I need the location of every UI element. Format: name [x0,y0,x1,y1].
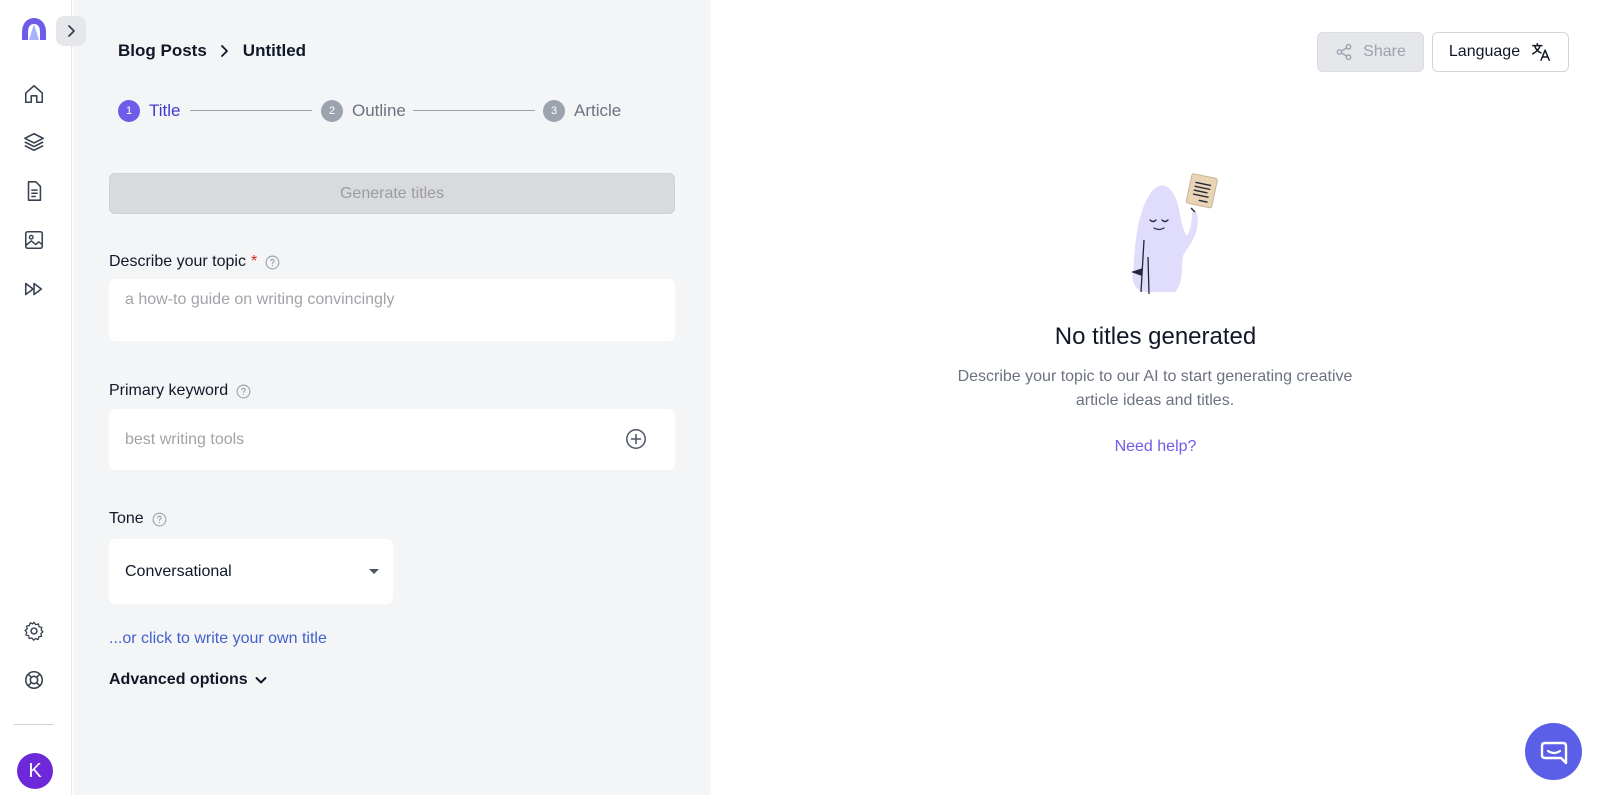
image-icon [24,230,44,250]
sidebar: K [0,0,86,795]
share-button[interactable]: Share [1317,32,1424,72]
tone-select[interactable]: Conversational [109,539,393,604]
avatar[interactable]: K [17,753,53,789]
help-circle-icon[interactable] [236,384,251,399]
chevron-right-icon [68,25,75,37]
step-label: Title [149,101,181,120]
breadcrumb-current: Untitled [242,41,307,60]
keyword-input[interactable]: best writing tools [109,409,675,470]
nav-home[interactable] [20,80,48,108]
write-own-title-link[interactable]: ...or click to write your own title [109,630,327,648]
topic-label: Describe your topic [109,253,246,270]
advanced-options-toggle[interactable]: Advanced options [109,671,268,689]
layers-icon [24,132,44,152]
step-label: Article [574,101,622,120]
step-indicator: 1 Title 2 Outline 3 Article [118,100,638,122]
step-outline[interactable]: 2 Outline [321,100,406,122]
title-form-panel: Blog Posts Untitled 1 Title 2 Outline 3 … [73,0,711,795]
document-icon [27,181,42,201]
generate-titles-button[interactable]: Generate titles [109,173,675,214]
chat-support-button[interactable] [1525,723,1582,780]
empty-state-illustration [1107,172,1219,302]
step-article[interactable]: 3 Article [543,100,621,122]
step-number: 3 [543,100,565,122]
caret-down-icon [369,569,379,574]
results-panel: Share Language No titles generated Descr… [711,0,1600,795]
empty-state-description: Describe your topic to our AI to start g… [957,368,1353,409]
help-circle-icon[interactable] [152,512,167,527]
step-label: Outline [352,101,406,120]
language-label: Language [1448,43,1521,60]
chevron-down-icon [254,673,268,687]
step-title[interactable]: 1 Title [118,100,181,122]
add-circle-icon[interactable] [625,428,647,455]
step-number: 1 [118,100,140,122]
tone-label: Tone [109,510,144,527]
step-connector [413,110,535,111]
keyword-label-row: Primary keyword [109,382,251,400]
empty-state-title: No titles generated [1054,323,1257,350]
step-number: 2 [321,100,343,122]
keyword-label: Primary keyword [109,382,229,399]
nav-support[interactable] [20,666,48,694]
nav-workflows[interactable] [20,275,48,303]
app-logo[interactable] [20,16,48,44]
lifebuoy-icon [24,670,44,690]
gear-icon [24,621,44,641]
nav-layers[interactable] [20,128,48,156]
chevron-right-icon [219,44,231,58]
need-help-link[interactable]: Need help? [711,438,1600,456]
translate-icon [1530,41,1552,63]
sidebar-expand-button[interactable] [56,16,86,46]
tone-value: Conversational [125,562,232,580]
sidebar-divider [14,724,54,725]
breadcrumb: Blog Posts Untitled [118,41,306,61]
nav-images[interactable] [20,226,48,254]
help-circle-icon[interactable] [265,255,280,270]
nav-settings[interactable] [20,617,48,645]
topic-input[interactable]: a how-to guide on writing convincingly [109,279,675,341]
language-button[interactable]: Language [1432,32,1569,72]
required-mark: * [250,253,258,270]
fast-forward-icon [24,282,43,296]
home-icon [24,84,44,104]
chat-bubble-icon [1540,741,1567,764]
share-label: Share [1363,43,1406,60]
topic-label-row: Describe your topic * [109,253,280,271]
keyword-placeholder: best writing tools [125,430,245,448]
step-connector [190,110,312,111]
nav-documents[interactable] [20,177,48,205]
share-icon [1335,43,1353,61]
advanced-options-label: Advanced options [109,671,248,688]
tone-label-row: Tone [109,510,167,528]
breadcrumb-blog-posts[interactable]: Blog Posts [118,41,207,61]
